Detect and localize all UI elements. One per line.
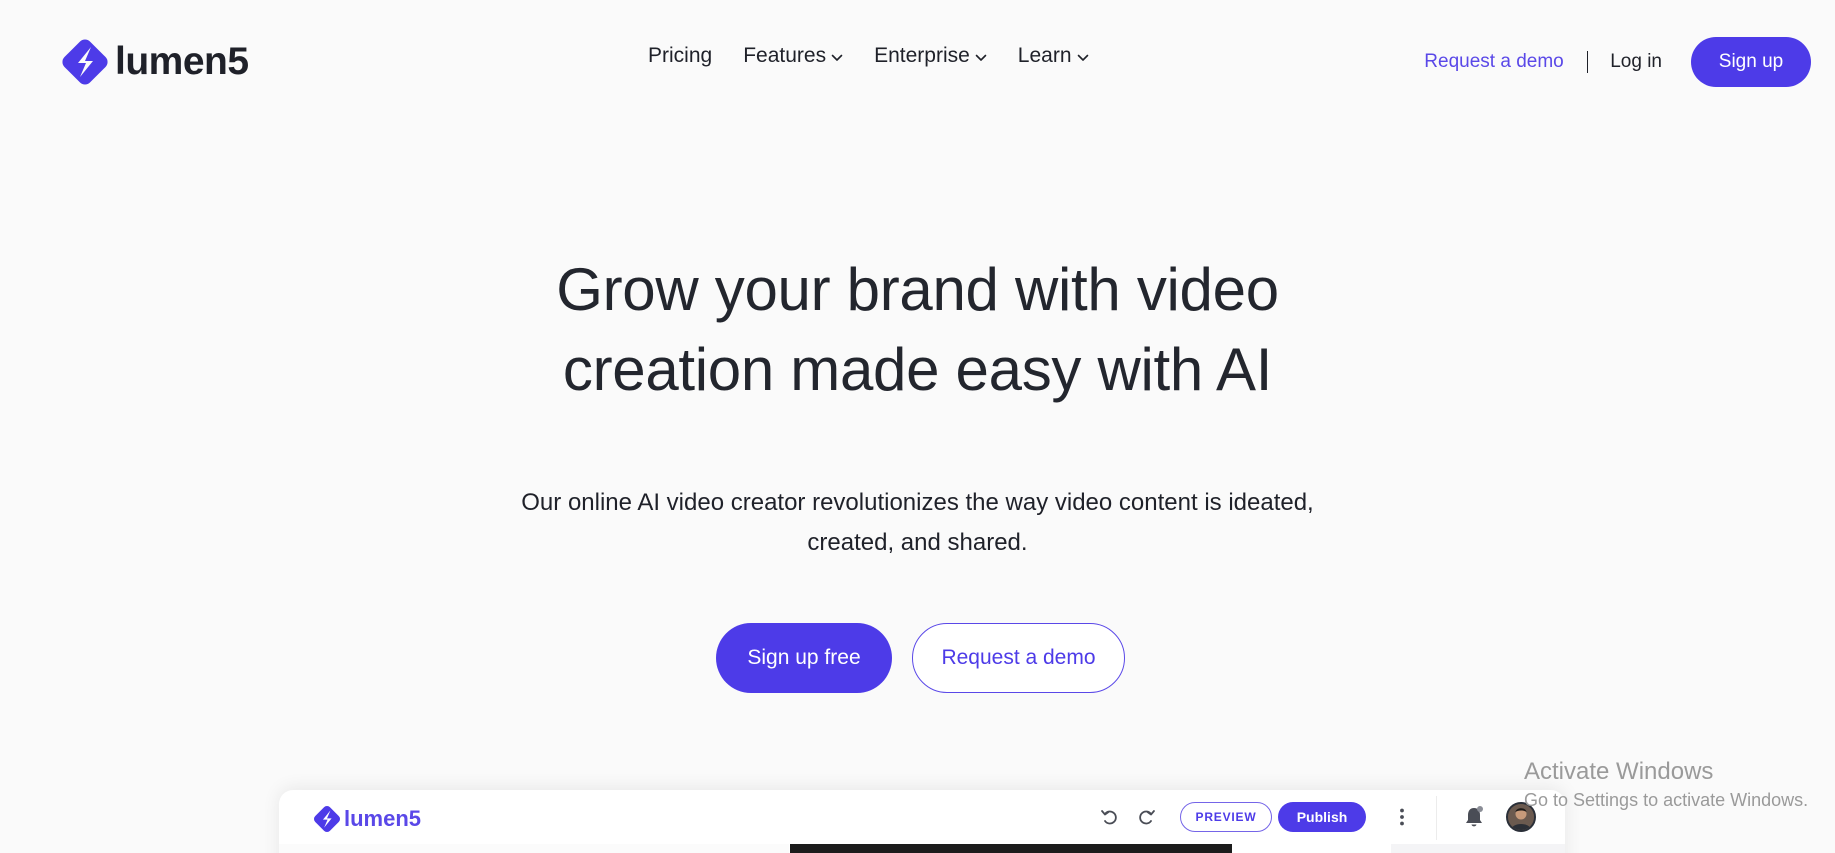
app-right-panel xyxy=(1391,844,1565,853)
windows-activation-watermark: Activate Windows Go to Settings to activ… xyxy=(1524,757,1808,813)
brand-logo-link[interactable]: lumen5 xyxy=(59,36,249,88)
nav-divider xyxy=(1586,51,1589,73)
toolbar-divider xyxy=(1436,796,1437,840)
app-logo: lumen5 xyxy=(312,804,421,834)
hero-cta-group: Sign up free Request a demo xyxy=(716,623,1125,693)
nav-actions: Request a demo Log in Sign up xyxy=(1424,37,1811,87)
main-menu: Pricing Features Enterprise Learn xyxy=(648,44,1089,68)
hero-title: Grow your brand with video creation made… xyxy=(417,250,1418,410)
video-canvas xyxy=(790,844,1232,853)
nav-item-features[interactable]: Features xyxy=(743,44,843,68)
brand-name: lumen5 xyxy=(115,40,249,83)
request-demo-button[interactable]: Request a demo xyxy=(912,623,1125,693)
nav-item-enterprise[interactable]: Enterprise xyxy=(874,44,987,68)
chevron-down-icon xyxy=(1077,54,1088,61)
publish-button[interactable]: Publish xyxy=(1278,802,1366,832)
hero-subtitle-line: created, and shared. xyxy=(807,529,1028,556)
undo-icon[interactable] xyxy=(1099,806,1121,828)
lumen5-logo-icon xyxy=(313,805,341,833)
signup-free-button[interactable]: Sign up free xyxy=(716,623,892,693)
nav-item-pricing[interactable]: Pricing xyxy=(648,44,712,68)
nav-item-label: Features xyxy=(743,44,827,67)
nav-item-label: Learn xyxy=(1017,44,1072,67)
nav-item-label: Pricing xyxy=(648,44,713,67)
watermark-subtitle: Go to Settings to activate Windows. xyxy=(1524,790,1809,810)
nav-item-learn[interactable]: Learn xyxy=(1018,44,1089,68)
app-logo-text: lumen5 xyxy=(344,806,422,831)
kebab-menu-icon[interactable] xyxy=(1391,806,1413,828)
app-preview-card: lumen5 PREVIEW Publish xyxy=(279,790,1565,853)
bell-icon[interactable] xyxy=(1463,805,1485,829)
app-sidebar-panel xyxy=(279,844,789,853)
nav-item-label: Enterprise xyxy=(874,44,970,67)
hero-subtitle-line: Our online AI video creator revolutioniz… xyxy=(521,489,1314,516)
signup-button[interactable]: Sign up xyxy=(1691,37,1811,87)
hero-subtitle: Our online AI video creator revolutioniz… xyxy=(440,483,1395,563)
request-demo-link[interactable]: Request a demo xyxy=(1424,51,1563,73)
chevron-down-icon xyxy=(975,54,987,61)
chevron-down-icon xyxy=(831,54,843,61)
hero-title-line: Grow your brand with video xyxy=(556,256,1279,323)
hero-title-line: creation made easy with AI xyxy=(562,336,1273,403)
login-link[interactable]: Log in xyxy=(1610,51,1662,73)
redo-icon[interactable] xyxy=(1135,806,1157,828)
watermark-title: Activate Windows xyxy=(1524,758,1714,785)
preview-button[interactable]: PREVIEW xyxy=(1180,802,1272,832)
top-navigation: lumen5 Pricing Features Enterprise Learn… xyxy=(0,0,1835,122)
page: lumen5 Pricing Features Enterprise Learn… xyxy=(0,0,1835,853)
lumen5-logo-icon xyxy=(62,39,108,85)
